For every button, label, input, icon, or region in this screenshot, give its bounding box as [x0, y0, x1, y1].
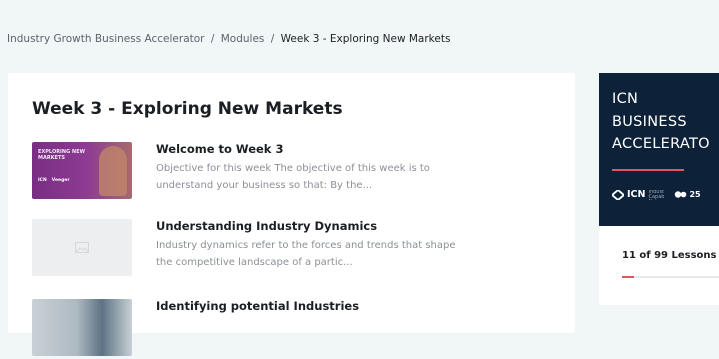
progress-bar — [622, 276, 719, 278]
lesson-description: Industry dynamics refer to the forces an… — [156, 240, 456, 268]
icn-diamond-icon — [612, 189, 624, 200]
lesson-description: Objective for this week The objective of… — [156, 163, 430, 191]
page-title: Week 3 - Exploring New Markets — [32, 99, 343, 119]
breadcrumb-link-accelerator[interactable]: Industry Growth Business Accelerator — [7, 33, 205, 45]
course-sidebar: ICN BUSINESS ACCELERATO ICN Industry Cap… — [599, 73, 719, 305]
partner-mark-icon — [675, 191, 687, 198]
partner-logo: 25 — [689, 190, 701, 199]
image-placeholder-icon — [75, 242, 89, 253]
lesson-title[interactable]: Identifying potential Industries — [156, 299, 359, 313]
thumbnail-title: EXPLORING NEW MARKETS — [38, 149, 86, 161]
lesson-item[interactable]: Understanding Industry Dynamics Industry… — [32, 219, 552, 279]
breadcrumb: Industry Growth Business Accelerator / M… — [7, 33, 450, 45]
lesson-title[interactable]: Understanding Industry Dynamics — [156, 219, 377, 233]
progress-bar-fill — [622, 276, 634, 278]
lessons-progress-label: 11 of 99 Lessons — [622, 250, 717, 261]
icn-logo-icon: ICN — [38, 178, 47, 183]
sidebar-logos: ICN Industry Capability Network 25 — [612, 189, 701, 200]
course-title-line: BUSINESS — [612, 113, 687, 130]
course-title-line: ACCELERATO — [612, 136, 710, 152]
module-card: Week 3 - Exploring New Markets EXPLORING… — [8, 73, 575, 356]
lesson-thumbnail: EXPLORING NEW MARKETS ICN Veeger — [32, 142, 132, 199]
course-title-line: ICN — [612, 91, 639, 107]
course-hero: ICN BUSINESS ACCELERATO ICN Industry Cap… — [599, 73, 719, 226]
breadcrumb-separator: / — [270, 33, 275, 45]
lesson-item[interactable]: Identifying potential Industries — [32, 299, 552, 359]
lesson-item[interactable]: EXPLORING NEW MARKETS ICN Veeger Welcome… — [32, 142, 552, 202]
icn-logo: ICN — [627, 189, 646, 200]
thumbnail-logos: ICN Veeger — [38, 178, 70, 183]
breadcrumb-separator: / — [210, 33, 215, 45]
partner-logo-icon: Veeger — [51, 178, 70, 183]
breadcrumb-link-modules[interactable]: Modules — [221, 33, 265, 45]
lesson-title[interactable]: Welcome to Week 3 — [156, 142, 283, 156]
lesson-thumbnail — [32, 299, 132, 356]
breadcrumb-current: Week 3 - Exploring New Markets — [280, 33, 451, 45]
title-divider — [612, 169, 684, 171]
person-photo — [99, 146, 127, 196]
icn-logo-subtext: Industry Capability Network — [648, 189, 665, 200]
lesson-thumbnail — [32, 219, 132, 276]
course-title: ICN BUSINESS ACCELERATO — [612, 88, 710, 156]
